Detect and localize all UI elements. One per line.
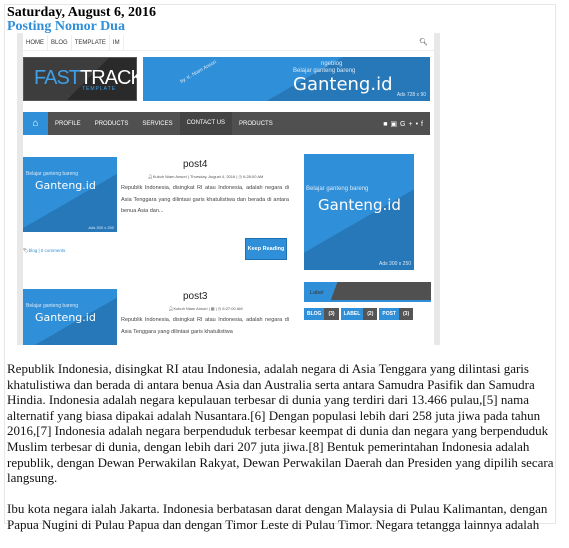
topnav-home: HOME: [23, 35, 48, 50]
sidebar-ad: Belajar ganteng bareng Ganteng.id Ads 30…: [304, 154, 414, 270]
paragraph: Republik Indonesia, disingkat RI atau In…: [7, 361, 554, 486]
label-widget-title: Label: [304, 282, 431, 302]
keep-reading-button[interactable]: Keep Reading: [245, 238, 287, 260]
banner-ad: ngeblog Belajar ganteng bareng Ganteng.i…: [143, 57, 430, 101]
post3-thumbnail: Ganteng.id Belajar ganteng bareng: [23, 289, 117, 345]
menu-services[interactable]: SERVICES: [135, 121, 179, 127]
post3-excerpt: Republik Indonesia, disingkat RI atau In…: [121, 317, 289, 335]
post3-meta: 👤︎Kukuh Niam Ansori | ▦ | ◷ 6:27:00 AM: [168, 306, 243, 311]
post4-label-link[interactable]: blog: [29, 248, 38, 253]
main-menu: ⌂ PROFILE PRODUCTS SERVICES CONTACT US P…: [23, 112, 430, 135]
label-list: BLOG (3) LABEL (2) POST (3): [304, 308, 414, 320]
menu-products[interactable]: PRODUCTS: [88, 121, 136, 127]
search-icon: 🔍︎: [419, 39, 428, 46]
menu-contact-us[interactable]: CONTACT US: [179, 112, 233, 135]
social-icons: ■▣G+•f: [383, 120, 426, 128]
post4-comments-link[interactable]: 0 comments: [41, 248, 66, 253]
label-post[interactable]: POST (3): [379, 308, 414, 320]
topnav-template: TEMPLATE: [72, 35, 110, 50]
label-label[interactable]: LABEL (2): [340, 308, 378, 320]
logo: FASTTRACK TEMPLATE: [23, 57, 144, 101]
topnav-blog: BLOG: [48, 35, 72, 50]
post4-footer: 🏷︎blog | 0 comments: [23, 248, 66, 253]
menu-profile[interactable]: PROFILE: [48, 121, 88, 127]
home-icon[interactable]: ⌂: [23, 112, 48, 135]
post-body: Republik Indonesia, disingkat RI atau In…: [7, 361, 557, 548]
post3-title[interactable]: post3: [183, 291, 207, 302]
menu-products-2[interactable]: PRODUCTS: [232, 121, 280, 127]
topnav-im: IM: [110, 35, 124, 50]
post4-meta: 👤︎Kukuh Niam Ansori | Thursday, August 4…: [147, 174, 264, 179]
top-nav: HOME BLOG TEMPLATE IM 🔍︎: [23, 35, 434, 51]
post4-excerpt: Republik Indonesia, disingkat RI atau In…: [121, 185, 289, 214]
post4-title[interactable]: post4: [183, 159, 207, 170]
label-blog[interactable]: BLOG (3): [304, 308, 339, 320]
template-screenshot: HOME BLOG TEMPLATE IM 🔍︎ FASTTRACK TEMPLA…: [17, 33, 440, 345]
paragraph: Ibu kota negara ialah Jakarta. Indonesia…: [7, 501, 548, 532]
post4-thumbnail: Ganteng.id Belajar ganteng bareng Ads 30…: [23, 157, 117, 232]
